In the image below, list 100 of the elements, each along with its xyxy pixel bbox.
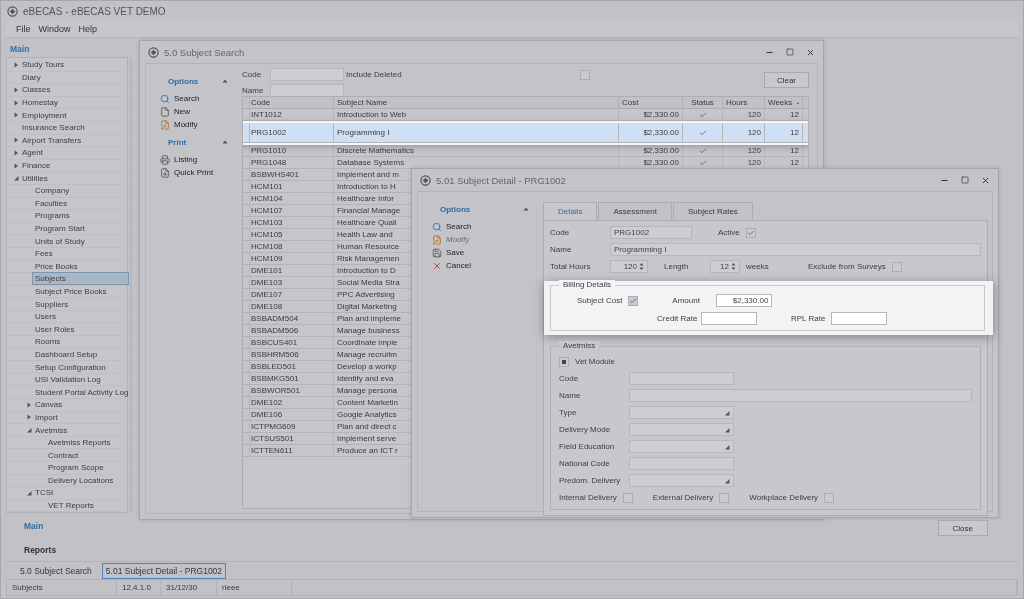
- dropdown-arrow-icon[interactable]: [724, 409, 730, 416]
- collapse-arrow-icon[interactable]: [222, 78, 228, 84]
- tree-item[interactable]: Users: [33, 311, 58, 323]
- option-link[interactable]: Modify: [174, 120, 198, 129]
- input-field[interactable]: Programming I: [610, 243, 981, 256]
- tree-item[interactable]: Agent: [20, 147, 45, 159]
- column-header[interactable]: Code: [248, 97, 334, 108]
- dropdown-field[interactable]: [629, 406, 734, 419]
- dropdown-arrow-icon[interactable]: [724, 443, 730, 450]
- option-link[interactable]: Search: [446, 222, 472, 231]
- tab[interactable]: Assessment: [598, 202, 673, 220]
- dropdown-field[interactable]: [629, 423, 734, 436]
- tree-item[interactable]: Price Books: [33, 260, 80, 272]
- dropdown-arrow-icon[interactable]: [724, 477, 730, 484]
- menu-item[interactable]: Help: [78, 24, 98, 34]
- tree-item[interactable]: Rooms: [33, 336, 63, 348]
- spinner-arrows-icon[interactable]: [731, 262, 736, 271]
- tree-item[interactable]: Import: [33, 411, 60, 423]
- tree-item[interactable]: Employment: [20, 109, 69, 121]
- window-tab[interactable]: 5.0 Subject Search: [16, 562, 96, 579]
- collapse-arrow-icon[interactable]: [25, 427, 32, 433]
- tree-item[interactable]: Suppliers: [33, 298, 71, 310]
- tree-item[interactable]: Program Start: [33, 223, 87, 234]
- tree-item[interactable]: User Roles: [33, 323, 77, 335]
- dropdown-field[interactable]: [629, 474, 734, 487]
- tree-item[interactable]: Dashboard Setup: [33, 348, 100, 360]
- checkbox[interactable]: [891, 261, 902, 272]
- checkbox[interactable]: [745, 227, 756, 238]
- option-link[interactable]: Search: [174, 94, 200, 103]
- field-label: Active: [718, 228, 740, 237]
- table-cell: $2,330.00: [619, 145, 683, 156]
- collapse-arrow-icon[interactable]: [222, 139, 228, 145]
- input-field[interactable]: PRG1002: [610, 226, 692, 239]
- window-tab[interactable]: 5.01 Subject Detail - PRG1002: [101, 562, 227, 579]
- column-header[interactable]: Hours: [723, 97, 765, 108]
- tree-item[interactable]: Avetmiss: [33, 424, 70, 436]
- tree-item[interactable]: Classes: [20, 84, 53, 96]
- table-cell: BSBWHS401: [248, 169, 334, 180]
- tree-item[interactable]: Insurance Search: [20, 122, 87, 134]
- column-header[interactable]: Subject Name: [334, 97, 619, 108]
- tree-item[interactable]: Program Scope: [46, 462, 106, 474]
- tree-item[interactable]: Faculties: [33, 197, 69, 209]
- tree-item[interactable]: Airport Transfers: [20, 134, 84, 146]
- tree-item[interactable]: Finance: [20, 160, 53, 172]
- column-header[interactable]: Status: [683, 97, 723, 108]
- spinner-field[interactable]: 120: [610, 260, 648, 273]
- input-field[interactable]: [701, 312, 757, 325]
- checkbox[interactable]: [559, 356, 569, 367]
- tree-item[interactable]: VET Reports: [46, 500, 96, 512]
- column-header[interactable]: Cost: [619, 97, 683, 108]
- tree-item[interactable]: Delivery Locations: [46, 474, 116, 486]
- input-field[interactable]: $2,330.00: [716, 294, 773, 307]
- tree-item[interactable]: Student Portal Activity Log: [33, 386, 131, 398]
- close-button[interactable]: Close: [937, 520, 988, 536]
- tree-item[interactable]: Setup Configuration: [33, 361, 108, 373]
- input-field[interactable]: [831, 312, 887, 325]
- tree-item[interactable]: USI Validation Log: [33, 374, 103, 386]
- dropdown-field[interactable]: [629, 440, 734, 453]
- column-header[interactable]: Weeks: [765, 97, 803, 108]
- option-link[interactable]: Quick Print: [174, 168, 214, 177]
- tree-item[interactable]: Avetmiss Reports: [46, 437, 113, 449]
- tree-item[interactable]: Fees: [33, 248, 55, 260]
- expand-arrow-icon[interactable]: [12, 61, 19, 68]
- tree-item[interactable]: Subjects: [33, 273, 129, 285]
- tree-item[interactable]: Units of Study: [33, 235, 87, 247]
- clear-button[interactable]: Clear: [763, 72, 809, 88]
- tree-item[interactable]: Homestay: [20, 97, 60, 109]
- tree-item[interactable]: Subject Price Books: [33, 286, 109, 297]
- tree-item[interactable]: Canvas: [33, 399, 65, 411]
- tree-item[interactable]: Programs: [33, 210, 72, 222]
- spinner-arrows-icon[interactable]: [639, 262, 644, 271]
- collapse-arrow-icon[interactable]: [523, 206, 529, 212]
- tab[interactable]: Details: [543, 202, 598, 220]
- dropdown-arrow-icon[interactable]: [724, 426, 730, 433]
- maximize-icon[interactable]: [786, 48, 794, 56]
- tree-item[interactable]: Diary: [20, 71, 43, 83]
- tree-item[interactable]: Utilities: [20, 172, 50, 184]
- option-link[interactable]: Listing: [174, 155, 198, 164]
- checkbox[interactable]: [719, 492, 730, 503]
- menu-item[interactable]: Window: [38, 24, 71, 34]
- tree-item[interactable]: Study Tours: [20, 59, 67, 71]
- option-link[interactable]: New: [174, 107, 190, 116]
- checkbox[interactable]: [824, 492, 835, 503]
- table-cell: BSBWOR501: [248, 385, 334, 396]
- checkbox[interactable]: [628, 295, 639, 306]
- maximize-icon[interactable]: [961, 176, 969, 184]
- tab[interactable]: Subject Rates: [673, 202, 753, 220]
- tree-item[interactable]: Company: [33, 185, 72, 197]
- close-icon[interactable]: [981, 175, 990, 185]
- tree-item[interactable]: TCSI: [33, 487, 56, 499]
- collapse-arrow-icon[interactable]: [12, 175, 19, 182]
- field-label: Name: [550, 245, 573, 254]
- menu-item[interactable]: File: [16, 24, 31, 34]
- spinner-field[interactable]: 12: [710, 260, 740, 273]
- close-icon[interactable]: [806, 47, 815, 57]
- navigation-section[interactable]: Reports: [6, 537, 128, 562]
- checkbox[interactable]: [579, 69, 590, 80]
- checkbox[interactable]: [622, 492, 633, 503]
- tree-item[interactable]: Contract: [46, 449, 81, 461]
- collapse-arrow-icon[interactable]: [25, 490, 32, 496]
